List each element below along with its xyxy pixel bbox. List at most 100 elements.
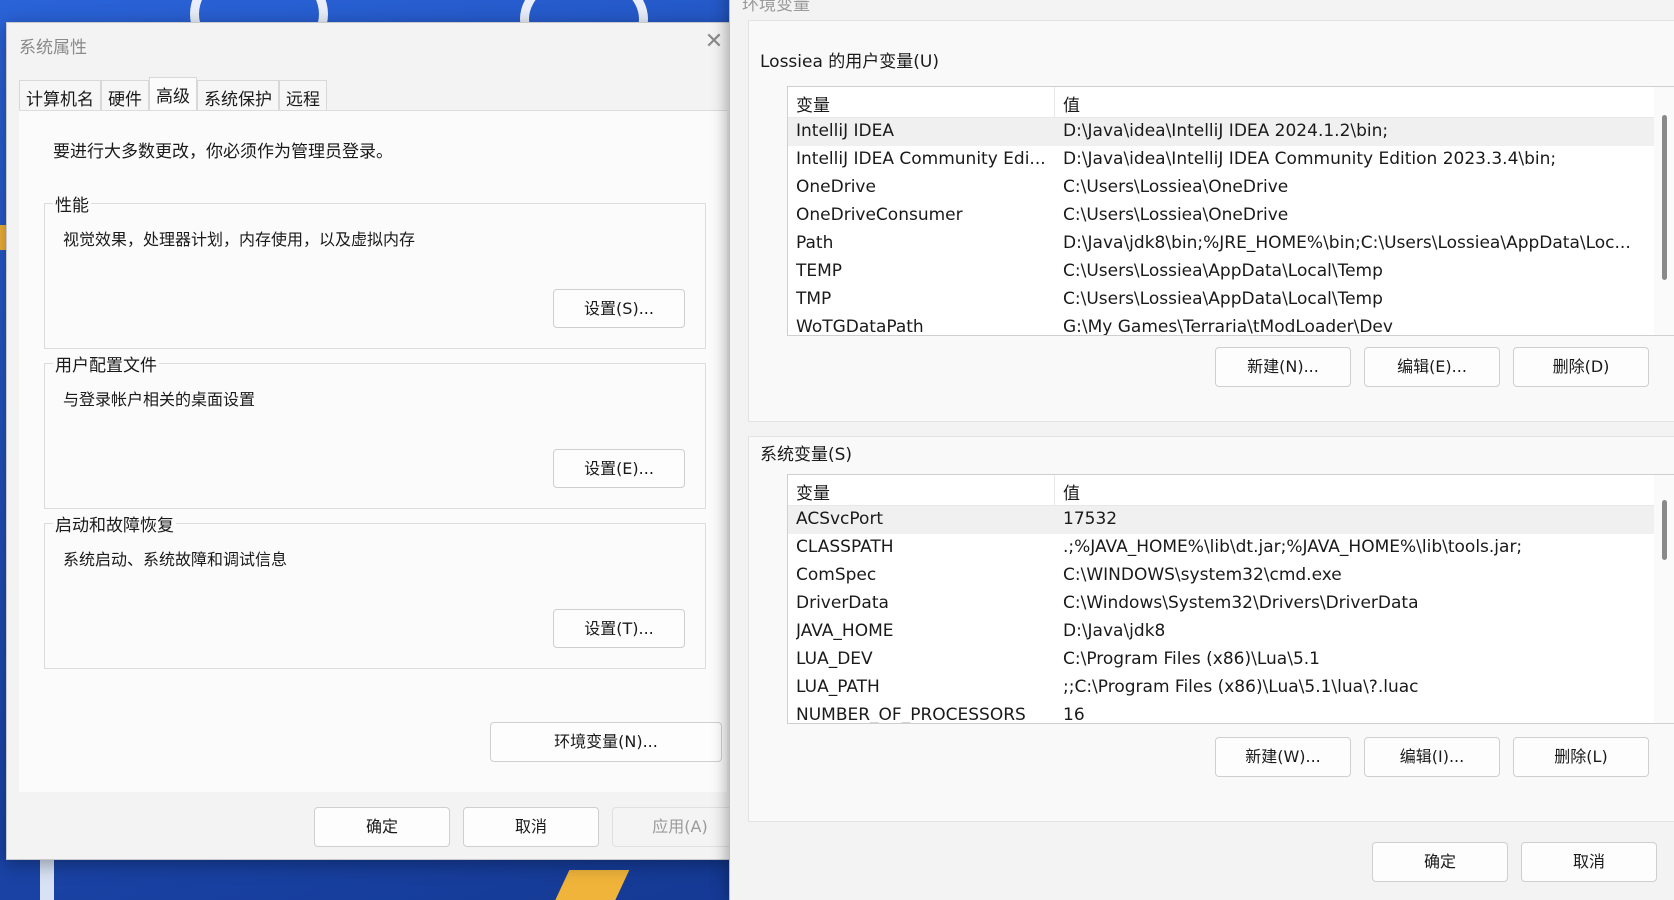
tab-system-protection[interactable]: 系统保护: [197, 80, 279, 112]
variable-name-cell: DriverData: [796, 593, 889, 613]
variable-value-cell: G:\My Games\Terraria\tModLoader\Dev: [1063, 317, 1393, 336]
group-description: 与登录帐户相关的桌面设置: [63, 390, 256, 409]
variable-value-cell: C:\Windows\System32\Drivers\DriverData: [1063, 593, 1419, 613]
variable-value-cell: D:\Java\idea\IntelliJ IDEA Community Edi…: [1063, 149, 1557, 169]
table-row[interactable]: DriverData C:\Windows\System32\Drivers\Dr…: [788, 590, 1654, 618]
group-label: 用户配置文件: [53, 351, 159, 376]
performance-settings-button[interactable]: 设置(S)...: [553, 289, 685, 328]
column-divider: [1054, 475, 1055, 505]
variable-name-cell: WoTGDataPath: [796, 317, 924, 336]
table-row[interactable]: IntelliJ IDEA D:\Java\idea\IntelliJ IDEA …: [788, 118, 1654, 146]
system-properties-dialog: 系统属性 ✕ 计算机名 硬件 高级 系统保护 远程 要进行大多数更改，你必须作为…: [6, 22, 748, 860]
variable-value-cell: D:\Java\jdk8: [1063, 621, 1166, 641]
variable-name-cell: TEMP: [796, 261, 843, 281]
column-value[interactable]: 值: [1063, 479, 1080, 504]
system-variables-panel: 系统变量(S) 变量 值 ACSvcPort 17532 CLASSPATH .;%J…: [748, 436, 1674, 822]
tab-strip: 计算机名 硬件 高级 系统保护 远程: [19, 77, 327, 113]
list-header: 变量 值: [788, 475, 1654, 506]
variable-name-cell: LUA_PATH: [796, 677, 880, 697]
table-row[interactable]: Path D:\Java\jdk8\bin;%JRE_HOME%\bin;C:\U…: [788, 230, 1654, 258]
tab-hardware[interactable]: 硬件: [101, 80, 149, 112]
user-profiles-group: 用户配置文件 与登录帐户相关的桌面设置 设置(E)...: [44, 351, 706, 509]
variable-name-cell: ComSpec: [796, 565, 877, 585]
apply-button[interactable]: 应用(A): [612, 807, 748, 847]
table-row[interactable]: TMP C:\Users\Lossiea\AppData\Local\Temp: [788, 286, 1654, 314]
variable-name-cell: OneDrive: [796, 177, 876, 197]
variable-name-cell: IntelliJ IDEA Community Edi...: [796, 149, 1046, 169]
startup-recovery-group: 启动和故障恢复 系统启动、系统故障和调试信息 设置(T)...: [44, 511, 706, 669]
table-row[interactable]: LUA_PATH ;;C:\Program Files (x86)\Lua\5.1…: [788, 674, 1654, 702]
table-row[interactable]: LUA_DEV C:\Program Files (x86)\Lua\5.1: [788, 646, 1654, 674]
tab-computer-name[interactable]: 计算机名: [19, 80, 101, 112]
table-row[interactable]: TEMP C:\Users\Lossiea\AppData\Local\Temp: [788, 258, 1654, 286]
variable-value-cell: C:\Users\Lossiea\OneDrive: [1063, 177, 1289, 197]
variable-value-cell: D:\Java\jdk8\bin;%JRE_HOME%\bin;C:\Users…: [1063, 233, 1631, 253]
table-row[interactable]: OneDriveConsumer C:\Users\Lossiea\OneDriv…: [788, 202, 1654, 230]
startup-recovery-settings-button[interactable]: 设置(T)...: [553, 609, 685, 648]
table-row[interactable]: JAVA_HOME D:\Java\jdk8: [788, 618, 1654, 646]
system-delete-button[interactable]: 删除(L): [1513, 737, 1649, 777]
advanced-tab-panel: 要进行大多数更改，你必须作为管理员登录。 性能 视觉效果，处理器计划，内存使用，…: [19, 110, 727, 792]
system-new-button[interactable]: 新建(W)...: [1215, 737, 1351, 777]
system-variables-list[interactable]: 变量 值 ACSvcPort 17532 CLASSPATH .;%JAVA_HOME…: [787, 474, 1674, 724]
variable-value-cell: D:\Java\idea\IntelliJ IDEA 2024.1.2\bin;: [1063, 121, 1389, 141]
system-edit-button[interactable]: 编辑(I)...: [1364, 737, 1500, 777]
variable-name-cell: OneDriveConsumer: [796, 205, 963, 225]
table-row[interactable]: CLASSPATH .;%JAVA_HOME%\lib\dt.jar;%JAVA_…: [788, 534, 1654, 562]
dialog-title: 环境变量: [742, 0, 810, 15]
table-row[interactable]: ComSpec C:\WINDOWS\system32\cmd.exe: [788, 562, 1654, 590]
group-description: 系统启动、系统故障和调试信息: [63, 550, 288, 569]
variable-name-cell: TMP: [796, 289, 832, 309]
variable-name-cell: LUA_DEV: [796, 649, 873, 669]
variable-name-cell: CLASSPATH: [796, 537, 894, 557]
list-header: 变量 值: [788, 87, 1654, 118]
env-cancel-button[interactable]: 取消: [1521, 842, 1657, 882]
column-variable[interactable]: 变量: [796, 479, 830, 504]
variable-value-cell: C:\Users\Lossiea\AppData\Local\Temp: [1063, 289, 1383, 309]
variable-name-cell: IntelliJ IDEA: [796, 121, 894, 141]
variable-value-cell: 17532: [1063, 509, 1118, 529]
variable-value-cell: .;%JAVA_HOME%\lib\dt.jar;%JAVA_HOME%\lib…: [1063, 537, 1523, 557]
dialog-title: 系统属性: [19, 38, 87, 58]
variable-value-cell: C:\Users\Lossiea\AppData\Local\Temp: [1063, 261, 1383, 281]
table-row[interactable]: OneDrive C:\Users\Lossiea\OneDrive: [788, 174, 1654, 202]
ok-button[interactable]: 确定: [314, 807, 450, 847]
user-variables-label: Lossiea 的用户变量(U): [758, 47, 941, 72]
scrollbar-thumb[interactable]: [1662, 500, 1667, 560]
variable-value-cell: C:\Program Files (x86)\Lua\5.1: [1063, 649, 1320, 669]
column-value[interactable]: 值: [1063, 91, 1080, 116]
wallpaper-shape: [550, 870, 630, 900]
group-label: 启动和故障恢复: [53, 511, 176, 536]
variable-name-cell: JAVA_HOME: [796, 621, 894, 641]
table-row[interactable]: NUMBER_OF_PROCESSORS 16: [788, 702, 1654, 724]
column-divider: [1054, 87, 1055, 117]
user-variables-panel: Lossiea 的用户变量(U) 变量 值 IntelliJ IDEA D:\Ja…: [748, 20, 1674, 422]
table-row[interactable]: WoTGDataPath G:\My Games\Terraria\tModLoa…: [788, 314, 1654, 336]
user-edit-button[interactable]: 编辑(E)...: [1364, 347, 1500, 387]
user-variables-list[interactable]: 变量 值 IntelliJ IDEA D:\Java\idea\IntelliJ …: [787, 86, 1674, 336]
table-row[interactable]: IntelliJ IDEA Community Edi... D:\Java\id…: [788, 146, 1654, 174]
tab-advanced[interactable]: 高级: [149, 77, 197, 113]
user-delete-button[interactable]: 删除(D): [1513, 347, 1649, 387]
user-profiles-settings-button[interactable]: 设置(E)...: [553, 449, 685, 488]
user-new-button[interactable]: 新建(N)...: [1215, 347, 1351, 387]
variable-value-cell: 16: [1063, 705, 1085, 724]
scrollbar[interactable]: [1654, 87, 1674, 335]
cancel-button[interactable]: 取消: [463, 807, 599, 847]
table-row[interactable]: ACSvcPort 17532: [788, 506, 1654, 534]
list-rows: ACSvcPort 17532 CLASSPATH .;%JAVA_HOME%\lib…: [788, 506, 1654, 724]
admin-note: 要进行大多数更改，你必须作为管理员登录。: [53, 142, 393, 162]
scrollbar-thumb[interactable]: [1662, 115, 1667, 280]
env-ok-button[interactable]: 确定: [1372, 842, 1508, 882]
group-label: 性能: [53, 191, 91, 216]
column-variable[interactable]: 变量: [796, 91, 830, 116]
variable-name-cell: ACSvcPort: [796, 509, 884, 529]
environment-variables-button[interactable]: 环境变量(N)...: [490, 722, 722, 762]
system-variables-label: 系统变量(S): [758, 440, 855, 465]
variable-value-cell: C:\Users\Lossiea\OneDrive: [1063, 205, 1289, 225]
scrollbar[interactable]: [1654, 475, 1674, 723]
list-rows: IntelliJ IDEA D:\Java\idea\IntelliJ IDEA …: [788, 118, 1654, 336]
tab-remote[interactable]: 远程: [279, 80, 327, 112]
variable-value-cell: ;;C:\Program Files (x86)\Lua\5.1\lua\?.l…: [1063, 677, 1419, 697]
close-icon[interactable]: ✕: [701, 29, 727, 55]
